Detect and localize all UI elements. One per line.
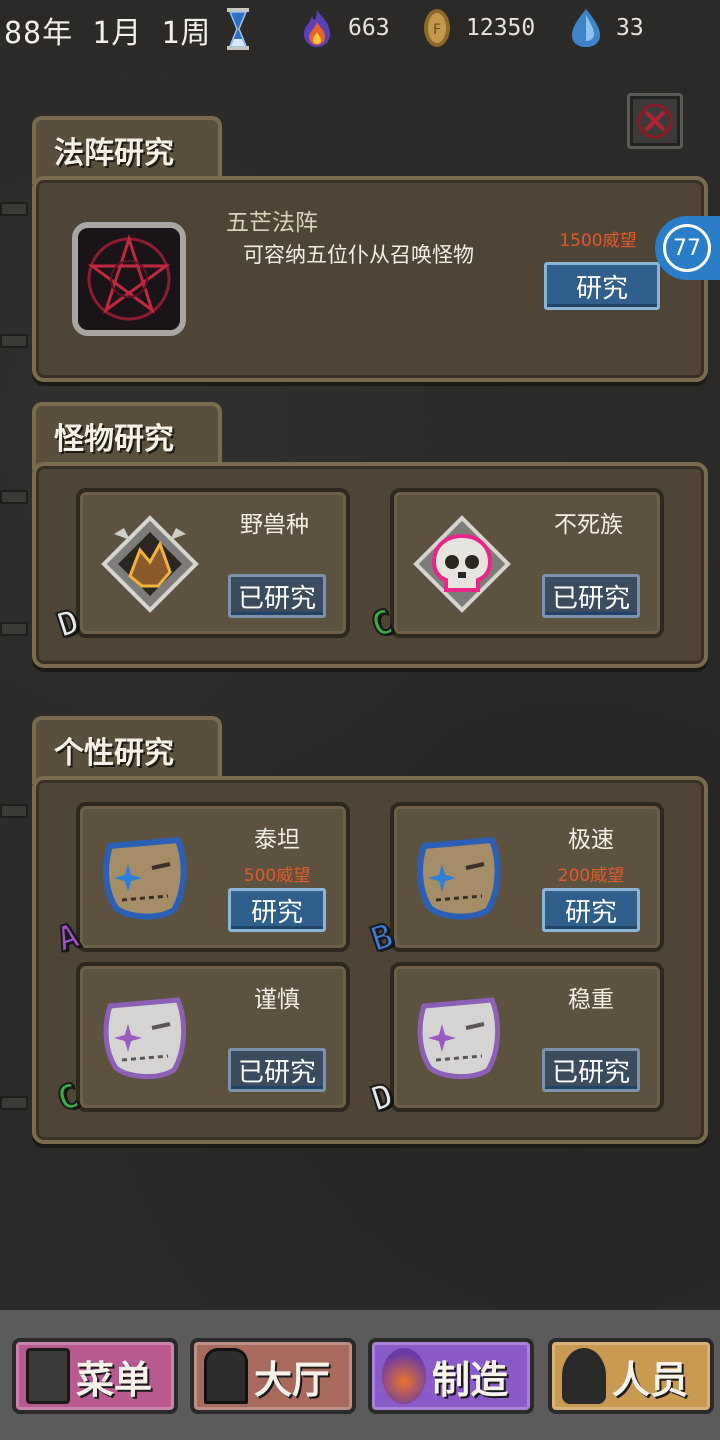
coin-icon: F xyxy=(424,9,450,47)
crystal-count: 33 xyxy=(616,15,644,41)
nav-menu-button[interactable]: 菜单 xyxy=(12,1338,178,1414)
status-bar: 88年 1月 1周 663 F 12350 33 xyxy=(0,0,720,58)
phone-icon xyxy=(26,1348,70,1404)
trait-name-careful: 谨慎 xyxy=(254,987,300,1013)
floating-badge[interactable]: 77 xyxy=(655,216,720,280)
svg-text:F: F xyxy=(433,22,441,38)
nav-craft-label: 制造 xyxy=(432,1357,509,1402)
panel-peg xyxy=(0,202,28,216)
nav-craft-button[interactable]: 制造 xyxy=(368,1338,534,1414)
undead-researched-button[interactable]: 已研究 xyxy=(542,574,640,618)
panel-peg xyxy=(0,490,28,504)
blue-mask-icon xyxy=(412,830,508,930)
nav-staff-button[interactable]: 人员 xyxy=(548,1338,714,1414)
nav-lobby-label: 大厅 xyxy=(254,1357,331,1402)
panel-peg xyxy=(0,622,28,636)
panel-peg xyxy=(0,334,28,348)
nav-lobby-button[interactable]: 大厅 xyxy=(190,1338,356,1414)
monster-research-title: 怪物研究 xyxy=(32,402,222,470)
coin-resource: F 12350 xyxy=(422,8,535,48)
close-icon xyxy=(637,103,673,139)
pentagram-icon xyxy=(72,222,186,336)
monster-name-undead: 不死族 xyxy=(554,512,623,538)
circle-cost: 1500威望 xyxy=(559,231,637,251)
titan-research-button[interactable]: 研究 xyxy=(228,888,326,932)
hourglass-icon[interactable] xyxy=(225,6,251,56)
speed-cost: 200威望 xyxy=(557,866,625,886)
circle-research-button[interactable]: 研究 xyxy=(544,262,660,310)
titan-cost: 500威望 xyxy=(243,866,311,886)
trait-name-steady: 稳重 xyxy=(568,987,614,1013)
beast-researched-button[interactable]: 已研究 xyxy=(228,574,326,618)
circle-item-name: 五芒法阵 xyxy=(226,210,318,236)
blue-mask-icon xyxy=(98,830,194,930)
beast-emblem-icon xyxy=(100,514,200,618)
white-mask-icon xyxy=(412,990,508,1090)
trait-research-title: 个性研究 xyxy=(32,716,222,784)
panel-peg xyxy=(0,804,28,818)
flame-count: 663 xyxy=(348,15,390,41)
careful-researched-button[interactable]: 已研究 xyxy=(228,1048,326,1092)
trait-name-titan: 泰坦 xyxy=(254,827,300,853)
flame-resource: 663 xyxy=(300,8,390,48)
game-date: 88年 1月 1周 xyxy=(4,16,212,51)
crystal-resource: 33 xyxy=(570,8,644,48)
coin-count: 12350 xyxy=(466,15,536,41)
skull-emblem-icon xyxy=(412,514,512,618)
close-button[interactable] xyxy=(627,93,683,149)
badge-count: 77 xyxy=(663,224,711,272)
circle-research-title: 法阵研究 xyxy=(32,116,222,184)
crystal-icon xyxy=(572,9,600,47)
circle-item-description: 可容纳五位仆从召唤怪物 xyxy=(243,243,474,267)
panel-peg xyxy=(0,1096,28,1110)
door-icon xyxy=(204,1348,248,1404)
trait-name-speed: 极速 xyxy=(568,827,614,853)
flame-icon xyxy=(304,10,330,47)
white-mask-icon xyxy=(98,990,194,1090)
nav-staff-label: 人员 xyxy=(612,1357,689,1402)
steady-researched-button[interactable]: 已研究 xyxy=(542,1048,640,1092)
craft-icon xyxy=(382,1348,426,1404)
speed-research-button[interactable]: 研究 xyxy=(542,888,640,932)
nav-menu-label: 菜单 xyxy=(76,1357,153,1402)
character-icon xyxy=(562,1348,606,1404)
monster-name-beast: 野兽种 xyxy=(240,512,309,538)
